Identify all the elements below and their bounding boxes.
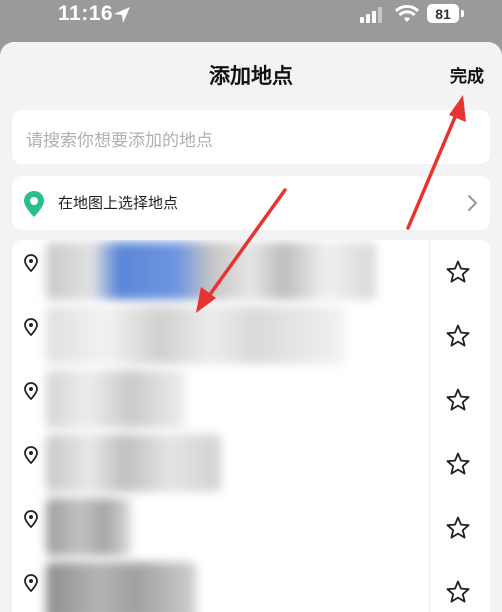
blurred-place-info <box>46 562 196 612</box>
location-pin-icon <box>24 254 38 272</box>
sheet-title: 添加地点 <box>209 64 293 88</box>
status-bar: 11:16 81 <box>0 0 502 36</box>
select-on-map-row[interactable]: 在地图上选择地点 <box>12 176 490 230</box>
star-outline-icon <box>446 324 470 347</box>
chevron-right-icon <box>468 195 478 211</box>
signal-icon <box>360 7 382 23</box>
location-pin-icon <box>24 510 38 528</box>
list-item[interactable] <box>12 560 490 612</box>
list-item[interactable] <box>12 240 490 304</box>
star-outline-icon <box>446 516 470 539</box>
favorite-button[interactable] <box>429 304 490 368</box>
favorite-button[interactable] <box>429 432 490 496</box>
list-item[interactable] <box>12 304 490 368</box>
location-pin-icon <box>24 574 38 592</box>
star-outline-icon <box>446 580 470 603</box>
wifi-icon <box>395 5 419 22</box>
favorite-button[interactable] <box>429 368 490 432</box>
map-pin-icon <box>24 191 44 217</box>
favorite-button[interactable] <box>429 560 490 612</box>
search-placeholder: 请搜索你想要添加的地点 <box>26 131 213 151</box>
blurred-place-info <box>46 498 131 556</box>
list-item[interactable] <box>12 496 490 560</box>
blurred-place-info <box>46 434 221 492</box>
status-time: 11:16 <box>58 2 114 25</box>
place-list <box>12 240 490 612</box>
blurred-place-info <box>46 306 346 364</box>
battery-icon: 81 <box>427 4 459 23</box>
blurred-place-info <box>46 242 376 300</box>
done-button[interactable]: 完成 <box>450 62 484 87</box>
star-outline-icon <box>446 452 470 475</box>
battery-tip <box>461 10 464 17</box>
add-place-sheet: 添加地点 完成 请搜索你想要添加的地点 在地图上选择地点 <box>0 42 502 612</box>
select-on-map-label: 在地图上选择地点 <box>58 194 179 212</box>
favorite-button[interactable] <box>429 496 490 560</box>
battery-level: 81 <box>435 5 451 22</box>
list-item[interactable] <box>12 368 490 432</box>
search-input[interactable]: 请搜索你想要添加的地点 <box>12 110 490 164</box>
favorite-button[interactable] <box>429 240 490 304</box>
location-pin-icon <box>24 318 38 336</box>
location-pin-icon <box>24 382 38 400</box>
star-outline-icon <box>446 260 470 283</box>
location-arrow-icon <box>114 7 130 23</box>
star-outline-icon <box>446 388 470 411</box>
blurred-place-info <box>46 370 186 428</box>
list-item[interactable] <box>12 432 490 496</box>
location-pin-icon <box>24 446 38 464</box>
